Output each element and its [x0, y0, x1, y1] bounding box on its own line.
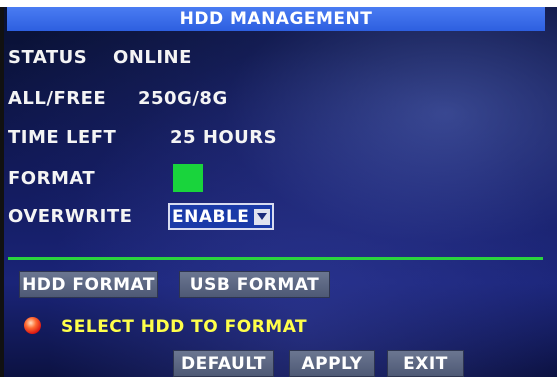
title-bar: HDD MANAGEMENT — [7, 7, 545, 31]
time-left-value: 25 HOURS — [170, 127, 278, 148]
format-checkbox[interactable] — [173, 164, 203, 192]
page-title: HDD MANAGEMENT — [179, 9, 373, 29]
left-border — [0, 7, 4, 377]
chevron-down-icon[interactable] — [254, 208, 270, 225]
section-divider — [8, 257, 543, 260]
default-button[interactable]: DEFAULT — [173, 350, 274, 377]
hdd-format-button-label: HDD FORMAT — [22, 274, 155, 295]
status-label: STATUS — [8, 47, 88, 68]
usb-format-button-label: USB FORMAT — [189, 274, 320, 295]
red-status-dot-icon — [24, 317, 41, 334]
default-button-label: DEFAULT — [181, 353, 266, 374]
status-value: ONLINE — [113, 47, 192, 68]
apply-button-label: APPLY — [301, 353, 363, 374]
apply-button[interactable]: APPLY — [289, 350, 375, 377]
exit-button[interactable]: EXIT — [387, 350, 464, 377]
time-left-label: TIME LEFT — [8, 127, 117, 148]
all-free-value: 250G/8G — [138, 88, 228, 109]
overwrite-select-value: ENABLE — [172, 206, 250, 227]
format-label: FORMAT — [8, 168, 96, 189]
exit-button-label: EXIT — [403, 353, 448, 374]
overwrite-label: OVERWRITE — [8, 206, 133, 227]
overwrite-select[interactable]: ENABLE — [168, 203, 274, 230]
hint-message: SELECT HDD TO FORMAT — [61, 317, 308, 337]
usb-format-button[interactable]: USB FORMAT — [179, 271, 330, 298]
hdd-format-button[interactable]: HDD FORMAT — [19, 271, 158, 298]
top-border — [0, 0, 557, 7]
all-free-label: ALL/FREE — [8, 88, 107, 109]
